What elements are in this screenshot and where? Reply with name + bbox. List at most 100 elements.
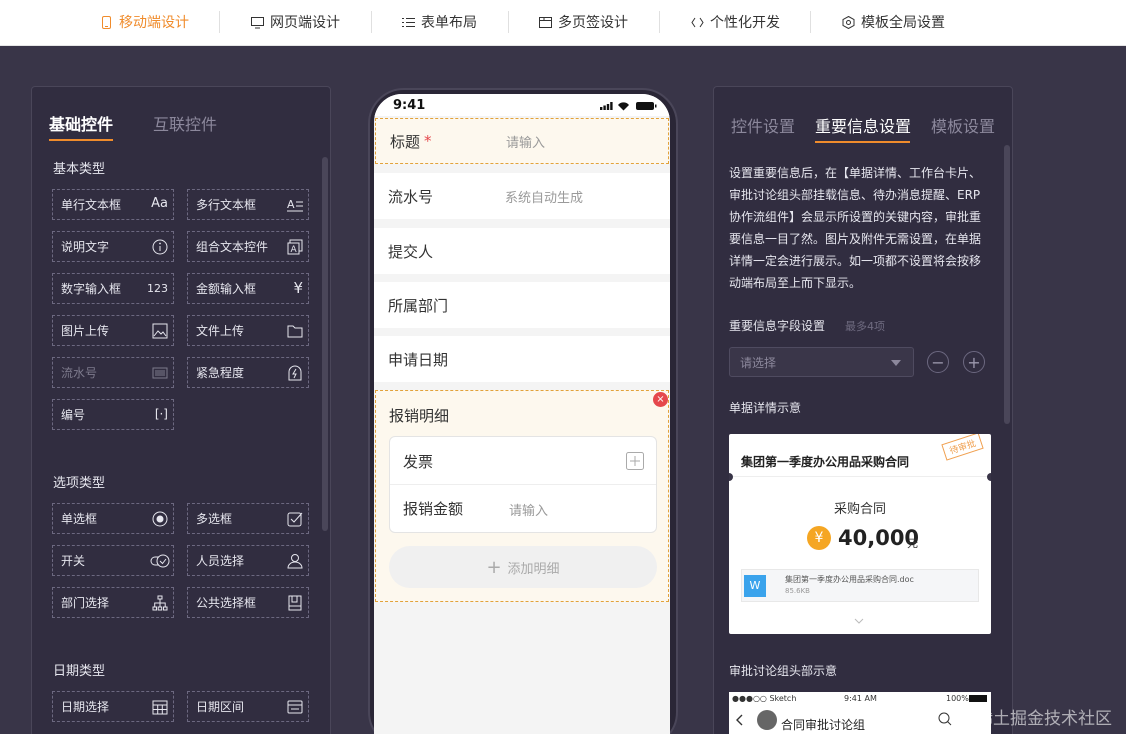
tab-mobile-design[interactable]: 移动端设计	[100, 0, 189, 44]
right-scrollbar[interactable]	[1004, 145, 1010, 424]
control-date-range[interactable]: 日期区间	[187, 691, 309, 722]
detail-row-label: 发票	[403, 453, 434, 471]
tab-form-layout[interactable]: 表单布局	[402, 0, 477, 44]
book-icon	[288, 595, 302, 611]
yuan-icon: ¥	[293, 279, 303, 297]
barcode-icon	[152, 367, 168, 379]
control-radio[interactable]: 单选框	[52, 503, 174, 534]
field-label: 标题	[390, 132, 421, 151]
field-setting-label: 重要信息字段设置	[729, 319, 826, 333]
field-setting-hint: 最多4项	[845, 320, 885, 333]
detail-row-amount[interactable]: 报销金额 请输入	[390, 486, 656, 532]
detail-demo-label: 单据详情示意	[729, 401, 802, 415]
tab-web-design[interactable]: 网页端设计	[251, 0, 340, 44]
folder-icon	[287, 325, 303, 338]
detail-row-placeholder: 请输入	[509, 504, 549, 519]
tab-label: 表单布局	[421, 15, 477, 31]
control-amount-input[interactable]: 金额输入框 ¥	[187, 273, 309, 304]
word-file-icon: W	[744, 575, 766, 597]
chevron-down-icon	[854, 618, 864, 624]
svg-text:A: A	[287, 198, 295, 211]
important-field-select[interactable]: 请选择	[729, 347, 914, 377]
active-tab-underline	[815, 141, 910, 143]
required-mark: *	[424, 132, 432, 150]
demo-time: 9:41 AM	[844, 694, 877, 703]
control-number-input[interactable]: 数字输入框 123	[52, 273, 174, 304]
field-label: 所属部门	[388, 296, 449, 315]
detail-row-invoice[interactable]: 发票	[390, 437, 656, 485]
control-file-upload[interactable]: 文件上传	[187, 315, 309, 346]
control-date-select[interactable]: 日期选择	[52, 691, 174, 722]
search-icon	[938, 712, 952, 726]
control-multi-line-text[interactable]: 多行文本框 A	[187, 189, 309, 220]
demo-discussion-title: 合同审批讨论组	[781, 718, 866, 732]
plus-icon: +	[486, 556, 502, 578]
tabs-icon	[539, 16, 552, 28]
tab-custom-dev[interactable]: 个性化开发	[691, 0, 780, 44]
control-image-upload[interactable]: 图片上传	[52, 315, 174, 346]
date-range-icon	[287, 700, 303, 714]
code-icon	[691, 17, 704, 27]
add-field-button[interactable]: +	[963, 351, 985, 373]
tab-label: 网页端设计	[270, 15, 340, 31]
add-detail-button[interactable]: + 添加明细	[389, 546, 657, 588]
urgency-icon	[288, 365, 302, 381]
control-code-number[interactable]: 编号 [·]	[52, 399, 174, 430]
remove-field-button[interactable]: −	[927, 351, 949, 373]
section-options: 选项类型	[53, 476, 106, 491]
control-description-text[interactable]: 说明文字	[52, 231, 174, 262]
caret-down-icon	[891, 360, 901, 366]
person-icon	[287, 554, 303, 569]
demo-title: 集团第一季度办公用品采购合同	[741, 455, 910, 469]
tab-template-settings-right[interactable]: 模板设置	[931, 113, 995, 137]
form-field-submitter[interactable]: 提交人	[374, 228, 670, 274]
control-urgency[interactable]: 紧急程度	[187, 357, 309, 388]
tab-template-settings[interactable]: 模板全局设置	[842, 0, 945, 44]
control-public-select[interactable]: 公共选择框	[187, 587, 309, 618]
add-detail-label: 添加明细	[507, 561, 560, 577]
demo-file-name: 集团第一季度办公用品采购合同.doc	[785, 575, 914, 584]
tab-important-info-settings[interactable]: 重要信息设置	[815, 113, 911, 137]
battery-icon	[969, 695, 987, 702]
back-arrow-icon	[736, 714, 743, 726]
image-icon	[152, 323, 168, 339]
currency-icon: ¥	[807, 526, 831, 550]
tab-multi-page-design[interactable]: 多页签设计	[539, 0, 628, 44]
add-box-icon[interactable]	[626, 452, 644, 470]
select-placeholder: 请选择	[740, 355, 777, 370]
multiline-text-icon: A	[287, 198, 303, 212]
tab-control-settings[interactable]: 控件设置	[731, 113, 795, 137]
control-single-line-text[interactable]: 单行文本框 Aa	[52, 189, 174, 220]
ticket-notch	[729, 473, 733, 481]
important-info-description: 设置重要信息后，在【单据详情、工作台卡片、审批讨论组头部挂载信息、待办消息提醒、…	[729, 166, 982, 290]
calendar-icon	[152, 700, 168, 715]
control-serial-number[interactable]: 流水号	[52, 357, 174, 388]
ticket-notch	[987, 473, 991, 481]
detail-rows-card: 发票 报销金额 请输入	[389, 436, 657, 533]
detail-table-block[interactable]: 报销明细 发票 报销金额 请输入 + 添加明细	[375, 390, 669, 602]
form-field-department[interactable]: 所属部门	[374, 282, 670, 328]
control-person-select[interactable]: 人员选择	[187, 545, 309, 576]
settings-icon	[842, 15, 855, 29]
control-department-select[interactable]: 部门选择	[52, 587, 174, 618]
control-combo-text[interactable]: 组合文本控件 A	[187, 231, 309, 262]
tab-label: 模板全局设置	[861, 15, 945, 31]
detail-title: 报销明细	[389, 407, 450, 425]
tab-label: 个性化开发	[710, 15, 780, 31]
form-field-serial[interactable]: 流水号 系统自动生成	[374, 173, 670, 219]
monitor-icon	[251, 16, 264, 28]
status-icons	[600, 102, 657, 111]
status-time: 9:41	[393, 98, 426, 113]
form-field-date[interactable]: 申请日期	[374, 336, 670, 382]
demo-amount-unit: 元	[907, 537, 918, 550]
control-checkbox[interactable]: 多选框	[187, 503, 309, 534]
tab-linked-controls[interactable]: 互联控件	[153, 111, 217, 135]
discussion-demo-label: 审批讨论组头部示意	[729, 664, 838, 678]
control-switch[interactable]: 开关	[52, 545, 174, 576]
tab-label: 移动端设计	[119, 15, 189, 31]
left-scrollbar[interactable]	[322, 157, 328, 531]
tab-basic-controls[interactable]: 基础控件	[49, 111, 113, 135]
radio-icon	[152, 511, 168, 527]
form-field-title[interactable]: 标题 * 请输入	[375, 118, 669, 164]
delete-block-icon[interactable]: ×	[653, 392, 668, 407]
